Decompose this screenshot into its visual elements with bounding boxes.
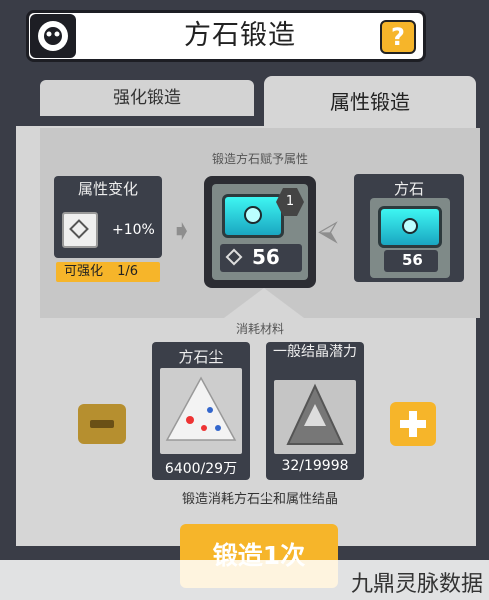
dust-pile-icon: [165, 376, 237, 441]
material-title-dust: 方石尘: [178, 348, 224, 366]
material-count-crystal: 32/19998: [281, 458, 349, 474]
plus-icon-vertical: [409, 411, 417, 437]
stone-core-icon: [402, 218, 418, 234]
material-slot-crystal[interactable]: [274, 380, 356, 454]
page-title: 方石锻造: [184, 20, 296, 51]
arrow-left-icon: ⮘: [318, 214, 338, 247]
upgrade-label: 可强化: [64, 264, 104, 279]
cost-note: 锻造消耗方石尘和属性结晶: [181, 492, 338, 507]
arrow-right-icon: ➧: [170, 214, 194, 247]
crystal-icon: [286, 383, 344, 445]
grant-section-label: 锻造方石赋予属性: [211, 152, 308, 166]
watermark: 九鼎灵脉数据: [350, 572, 483, 597]
tab-attribute-forge[interactable]: 属性锻造: [264, 76, 476, 128]
source-stone-title: 方石: [393, 180, 424, 198]
material-count-dust: 6400/29万: [164, 461, 238, 477]
help-button[interactable]: ?: [380, 20, 416, 54]
upgrade-progress: 1/6: [117, 264, 139, 279]
consume-section-label: 消耗材料: [235, 322, 284, 336]
attribute-change-title: 属性变化: [77, 180, 138, 198]
result-gem-value: 56: [252, 245, 280, 269]
attribute-bonus: +10%: [112, 222, 155, 238]
material-slot-dust[interactable]: [160, 368, 242, 454]
source-stone-value: 56: [402, 251, 423, 269]
gem-core-icon: [244, 206, 262, 224]
section-divider-arrow: [224, 288, 304, 318]
upgrade-badge: 可强化 1/6: [56, 262, 160, 282]
material-title-crystal: 一般结晶潜力: [273, 344, 357, 360]
minus-icon: [90, 420, 114, 428]
gear-skull-logo-icon: [30, 14, 76, 58]
tab-enhance-forge[interactable]: 强化锻造: [40, 80, 254, 116]
